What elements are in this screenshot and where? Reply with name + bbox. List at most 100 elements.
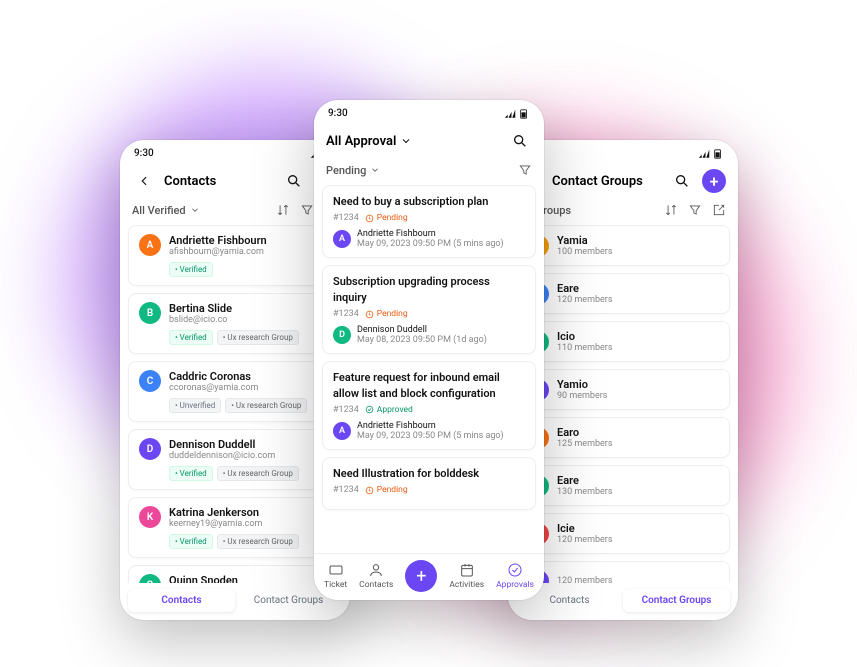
nav-approvals[interactable]: Approvals bbox=[496, 562, 534, 590]
filter-dropdown[interactable]: Pending bbox=[326, 164, 380, 177]
header: All Approval bbox=[314, 123, 544, 159]
filter-bar: Pending bbox=[314, 159, 544, 185]
ticket-title: Subscription upgrading process inquiry bbox=[333, 274, 525, 305]
avatar: A bbox=[139, 234, 161, 256]
group-card[interactable]: E Earo 125 members bbox=[516, 417, 730, 458]
ticket-card[interactable]: Feature request for inbound email allow … bbox=[322, 361, 536, 450]
ticket-title: Feature request for inbound email allow … bbox=[333, 370, 525, 401]
avatar: C bbox=[139, 370, 161, 392]
title-dropdown[interactable]: All Approval bbox=[326, 134, 500, 149]
tag-plain: • Ux research Group bbox=[225, 398, 307, 413]
group-name: Icie bbox=[557, 522, 613, 535]
segment-tabs: Contacts Contact Groups bbox=[120, 583, 350, 620]
contact-card[interactable]: B Bertina Slide bslide@icio.co • Verifie… bbox=[128, 293, 342, 354]
tickets-list[interactable]: Need to buy a subscription plan #1234 Pe… bbox=[314, 185, 544, 553]
tab-contact-groups[interactable]: Contact Groups bbox=[623, 589, 730, 612]
status-badge: Pending bbox=[365, 213, 408, 223]
contact-card[interactable]: Q Quinn Snoden qsnoden3@icio.us bbox=[128, 565, 342, 583]
phone-approvals: 9:30 All Approval Pending Need to buy a … bbox=[314, 100, 544, 600]
contact-card[interactable]: A Andriette Fishbourn afishbourn@yamia.c… bbox=[128, 225, 342, 286]
filter-dropdown[interactable]: All Verified bbox=[132, 204, 200, 217]
chevron-down-icon bbox=[370, 165, 380, 175]
group-card[interactable]: Y Yamia 100 members bbox=[516, 225, 730, 266]
segment-tabs: Contacts Contact Groups bbox=[508, 583, 738, 620]
ticket-icon bbox=[328, 562, 344, 578]
ticket-card[interactable]: Need to buy a subscription plan #1234 Pe… bbox=[322, 185, 536, 258]
status-time: 9:30 bbox=[328, 108, 348, 119]
ticket-date: May 08, 2023 09:50 PM (1d ago) bbox=[357, 335, 487, 345]
nav-contacts[interactable]: Contacts bbox=[359, 562, 393, 590]
group-count: 125 members bbox=[557, 439, 613, 449]
group-card[interactable]: I 120 members bbox=[516, 561, 730, 583]
avatar: K bbox=[139, 506, 161, 528]
page-title: Contacts bbox=[164, 174, 274, 189]
user-icon bbox=[368, 562, 384, 578]
group-name: Yamio bbox=[557, 378, 607, 391]
group-count: 120 members bbox=[557, 576, 613, 583]
group-card[interactable]: I Icio 110 members bbox=[516, 321, 730, 362]
filter-icon[interactable] bbox=[518, 163, 532, 177]
contact-email: bslide@icio.co bbox=[169, 315, 331, 325]
tab-contacts[interactable]: Contacts bbox=[128, 589, 235, 612]
tag-plain: • Ux research Group bbox=[217, 466, 299, 481]
filter-icon[interactable] bbox=[688, 203, 702, 217]
contact-name: Andriette Fishbourn bbox=[169, 234, 331, 247]
group-count: 120 members bbox=[557, 295, 613, 305]
avatar: A bbox=[333, 230, 351, 248]
group-card[interactable]: E Eare 120 members bbox=[516, 273, 730, 314]
ticket-id: #1234 bbox=[333, 213, 359, 223]
search-icon[interactable] bbox=[282, 169, 306, 193]
tag-verified: • Verified bbox=[169, 262, 213, 277]
contact-email: keerney19@yamia.com bbox=[169, 519, 331, 529]
status-time: 9:30 bbox=[134, 148, 154, 159]
author-name: Dennison Duddell bbox=[357, 325, 487, 335]
bottom-nav: Ticket Contacts + Activities Approvals bbox=[314, 553, 544, 600]
tag-verified: • Verified bbox=[169, 534, 213, 549]
ticket-card[interactable]: Need Illustration for bolddesk #1234 Pen… bbox=[322, 457, 536, 510]
search-icon[interactable] bbox=[670, 169, 694, 193]
sort-icon[interactable] bbox=[276, 203, 290, 217]
avatar: A bbox=[333, 422, 351, 440]
page-title: Contact Groups bbox=[552, 174, 662, 189]
filter-icon[interactable] bbox=[300, 203, 314, 217]
ticket-id: #1234 bbox=[333, 405, 359, 415]
check-icon bbox=[507, 562, 523, 578]
contact-name: Quinn Snoden bbox=[169, 574, 331, 583]
tag-verified: • Verified bbox=[169, 330, 213, 345]
status-icons bbox=[504, 109, 530, 119]
contact-card[interactable]: D Dennison Duddell duddeldennison@icio.c… bbox=[128, 429, 342, 490]
status-badge: Pending bbox=[365, 485, 408, 495]
group-count: 110 members bbox=[557, 343, 613, 353]
group-count: 120 members bbox=[557, 535, 613, 545]
tag-plain: • Ux research Group bbox=[217, 330, 299, 345]
back-icon[interactable] bbox=[132, 169, 156, 193]
search-icon[interactable] bbox=[508, 129, 532, 153]
nav-ticket[interactable]: Ticket bbox=[324, 562, 347, 590]
ticket-id: #1234 bbox=[333, 309, 359, 319]
group-card[interactable]: Y Yamio 90 members bbox=[516, 369, 730, 410]
contact-name: Caddric Coronas bbox=[169, 370, 331, 383]
avatar: D bbox=[333, 326, 351, 344]
sort-icon[interactable] bbox=[664, 203, 678, 217]
ticket-date: May 09, 2023 09:50 PM (5 mins ago) bbox=[357, 239, 504, 249]
group-card[interactable]: E Eare 130 members bbox=[516, 465, 730, 506]
nav-add-button[interactable]: + bbox=[405, 560, 437, 592]
ticket-title: Need to buy a subscription plan bbox=[333, 194, 525, 209]
export-icon[interactable] bbox=[712, 203, 726, 217]
chevron-down-icon bbox=[190, 205, 200, 215]
contact-card[interactable]: C Caddric Coronas ccoronas@yamia.com • U… bbox=[128, 361, 342, 422]
group-card[interactable]: I Icie 120 members bbox=[516, 513, 730, 554]
contact-name: Bertina Slide bbox=[169, 302, 331, 315]
ticket-id: #1234 bbox=[333, 485, 359, 495]
ticket-card[interactable]: Subscription upgrading process inquiry #… bbox=[322, 265, 536, 354]
contact-email: afishbourn@yamia.com bbox=[169, 247, 331, 257]
ticket-date: May 09, 2023 09:50 PM (5 mins ago) bbox=[357, 431, 504, 441]
group-name: Earo bbox=[557, 426, 613, 439]
avatar: B bbox=[139, 302, 161, 324]
group-name: Eare bbox=[557, 474, 613, 487]
chevron-down-icon bbox=[400, 135, 412, 147]
add-button[interactable]: + bbox=[702, 169, 726, 193]
nav-activities[interactable]: Activities bbox=[449, 562, 484, 590]
ticket-title: Need Illustration for bolddesk bbox=[333, 466, 525, 481]
contact-card[interactable]: K Katrina Jenkerson keerney19@yamia.com … bbox=[128, 497, 342, 558]
